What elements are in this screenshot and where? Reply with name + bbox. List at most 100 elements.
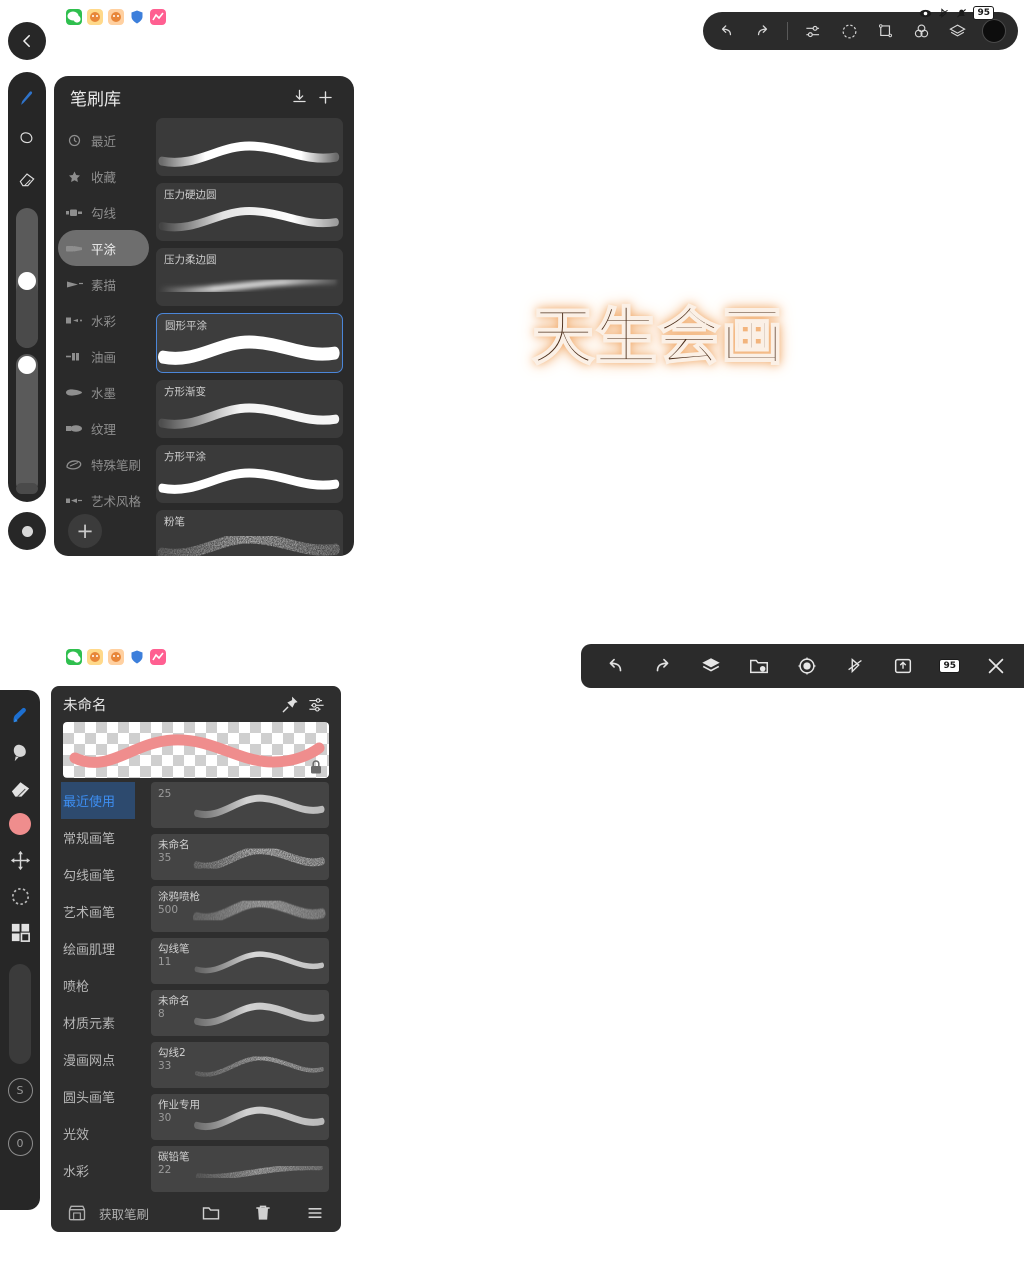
brush-panel-item[interactable]: 未命名 8 xyxy=(151,990,329,1036)
adjustments-button[interactable] xyxy=(802,20,824,42)
lasso-select-tool[interactable] xyxy=(3,878,37,914)
undo-button[interactable] xyxy=(603,654,627,678)
close-button[interactable] xyxy=(984,654,1008,678)
brush-category-label: 最近 xyxy=(91,133,117,149)
stabilizer-button[interactable]: S xyxy=(7,1078,33,1103)
brush-preview[interactable] xyxy=(63,722,329,778)
gallery-button[interactable] xyxy=(747,654,771,678)
layers-button[interactable] xyxy=(946,20,968,42)
brush-item[interactable]: 压力硬边圆 xyxy=(156,183,343,241)
brush-panel-item[interactable]: 25 xyxy=(151,782,329,828)
brush-panel: 未命名 最近使用 常规画笔 勾线画笔 艺术画笔 绘画肌理 喷枪 材质元素 漫画网点 圆头画笔 光效… xyxy=(51,686,341,1232)
eraser-tool[interactable] xyxy=(12,162,42,196)
brush-panel-category-10[interactable]: 水彩 xyxy=(63,1152,151,1189)
brush-panel-category-9[interactable]: 光效 xyxy=(63,1115,151,1152)
brush-panel-item[interactable]: 作业专用 30 xyxy=(151,1094,329,1140)
brush-item[interactable] xyxy=(156,118,343,176)
brush-category-5[interactable]: 水彩 xyxy=(58,302,149,338)
smudge-icon xyxy=(20,132,33,144)
redo-button[interactable] xyxy=(751,20,773,42)
brush-category-2[interactable]: 勾线 xyxy=(58,194,149,230)
brush-category-8[interactable]: 纹理 xyxy=(58,410,149,446)
zero-button[interactable]: 0 xyxy=(7,1131,33,1156)
brush-panel-category-7[interactable]: 漫画网点 xyxy=(63,1041,151,1078)
brush-panel-category-5[interactable]: 喷枪 xyxy=(63,967,151,1004)
brush-panel-item[interactable]: 勾线笔 11 xyxy=(151,938,329,984)
brush-category-0[interactable]: 最近 xyxy=(58,122,149,158)
grid-icon xyxy=(11,923,30,942)
brush-opacity-slider[interactable] xyxy=(16,354,38,494)
undo-icon xyxy=(721,24,731,35)
brush-stroke-preview xyxy=(156,459,343,501)
get-brushes-label[interactable]: 获取笔刷 xyxy=(99,1204,149,1223)
brush-item[interactable]: 方形平涂 xyxy=(156,445,343,503)
add-category-button[interactable]: + xyxy=(68,514,102,548)
pin-button[interactable] xyxy=(277,691,303,717)
lock-icon[interactable] xyxy=(308,759,324,775)
folder-button[interactable] xyxy=(199,1201,223,1225)
pen-tool[interactable] xyxy=(3,698,37,734)
brush-category-6[interactable]: 油画 xyxy=(58,338,149,374)
brush-panel-item[interactable]: 涂鸦喷枪 500 xyxy=(151,886,329,932)
brush-panel-item[interactable]: 碳铅笔 22 xyxy=(151,1146,329,1192)
brush-panel-category-1[interactable]: 常规画笔 xyxy=(63,819,151,856)
brush-panel-item[interactable]: 勾线2 33 xyxy=(151,1042,329,1088)
grid-tool[interactable] xyxy=(3,914,37,950)
brush-panel-category-3[interactable]: 艺术画笔 xyxy=(63,893,151,930)
brush-panel-category-2[interactable]: 勾线画笔 xyxy=(63,856,151,893)
color-swatch-button[interactable] xyxy=(982,19,1006,43)
close-icon xyxy=(988,658,1004,674)
undo-button[interactable] xyxy=(715,20,737,42)
brush-item-label: 涂鸦喷枪 xyxy=(158,891,200,903)
brush-category-3[interactable]: 平涂 xyxy=(58,230,149,266)
brush-category-label: 纹理 xyxy=(91,421,117,437)
move-tool[interactable] xyxy=(3,842,37,878)
import-brush-button[interactable] xyxy=(286,84,312,110)
face-app-icon-2 xyxy=(108,649,124,665)
hamburger-icon xyxy=(308,1208,322,1218)
brush-item[interactable]: 粉笔 xyxy=(156,510,343,556)
brush-panel-category-4[interactable]: 绘画肌理 xyxy=(63,930,151,967)
brush-items-list[interactable]: 压力硬边圆 压力柔边圆 圆形平涂 方形渐变 方形平涂 粉笔 xyxy=(153,118,354,556)
menu-button[interactable] xyxy=(303,1201,327,1225)
layers-button[interactable] xyxy=(699,654,723,678)
color-swatch[interactable] xyxy=(3,806,37,842)
brush-category-10[interactable]: 艺术风格 xyxy=(58,482,149,518)
brush-panel-category-0[interactable]: 最近使用 xyxy=(61,782,135,819)
brush-category-1[interactable]: 收藏 xyxy=(58,158,149,194)
color-blend-button[interactable] xyxy=(910,20,932,42)
settings-button[interactable] xyxy=(795,654,819,678)
brush-size-slider[interactable] xyxy=(16,208,38,348)
plus-icon xyxy=(318,90,332,104)
brush-item[interactable]: 方形渐变 xyxy=(156,380,343,438)
eraser-tool[interactable] xyxy=(3,770,37,806)
brush-tool[interactable] xyxy=(12,82,42,116)
brush-item[interactable]: 圆形平涂 xyxy=(156,313,343,373)
brush-category-9[interactable]: 特殊笔刷 xyxy=(58,446,149,482)
brush-panel-item[interactable]: 未命名 35 xyxy=(151,834,329,880)
brush-panel-category-6[interactable]: 材质元素 xyxy=(63,1004,151,1041)
store-icon[interactable] xyxy=(65,1201,89,1225)
pen-icon xyxy=(13,707,26,722)
brush-category-7[interactable]: 水墨 xyxy=(58,374,149,410)
smudge-tool[interactable] xyxy=(12,122,42,156)
brush-category-label: 特殊笔刷 xyxy=(91,457,142,473)
dashed-circle-icon xyxy=(11,887,29,905)
eraser-icon xyxy=(19,173,35,187)
brush-panel-items-list[interactable]: 25 未命名 35 涂鸦喷枪 500 勾线笔 11 未命名 8 勾线2 33 作业专用 30… xyxy=(151,782,341,1194)
delete-button[interactable] xyxy=(251,1201,275,1225)
smudge-tool[interactable] xyxy=(3,734,37,770)
brush-settings-button[interactable] xyxy=(303,691,329,717)
color-picker-button-top[interactable] xyxy=(8,512,46,550)
layers-icon xyxy=(702,658,721,672)
size-slider[interactable] xyxy=(9,964,31,1064)
brush-item[interactable]: 压力柔边圆 xyxy=(156,248,343,306)
bluetooth-icon xyxy=(843,654,867,678)
selection-button[interactable] xyxy=(838,20,860,42)
brush-category-4[interactable]: 素描 xyxy=(58,266,149,302)
brush-panel-category-8[interactable]: 圆头画笔 xyxy=(63,1078,151,1115)
add-brush-button[interactable] xyxy=(312,84,338,110)
transform-button[interactable] xyxy=(874,20,896,42)
back-button[interactable] xyxy=(8,22,46,60)
redo-button[interactable] xyxy=(651,654,675,678)
